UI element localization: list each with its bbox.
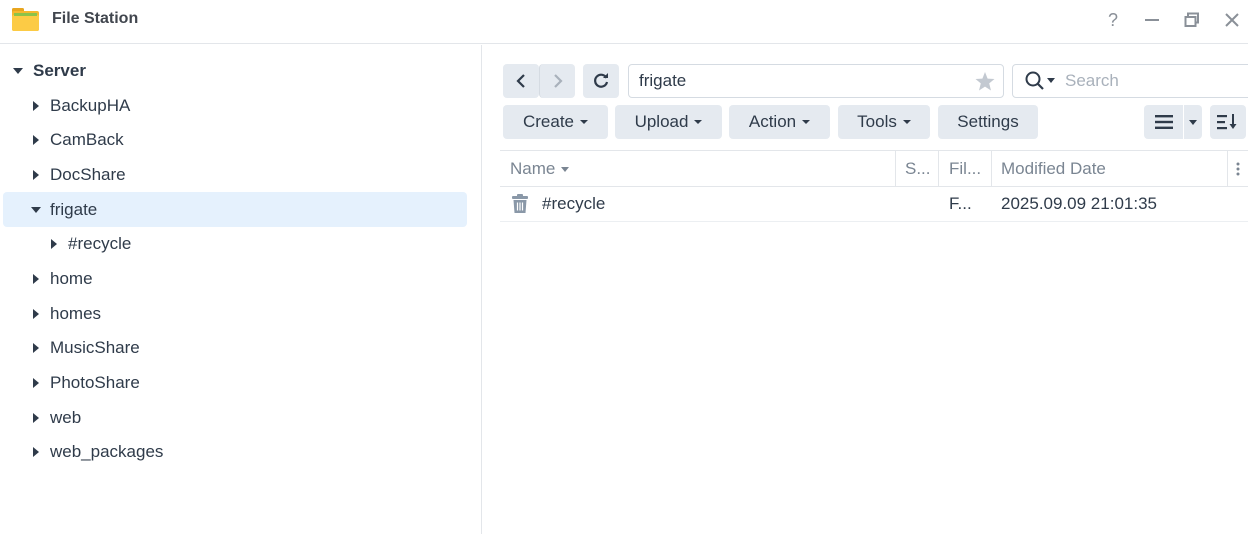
tree-item-web[interactable]: web (30, 400, 467, 435)
tree-root-server[interactable]: Server (12, 53, 476, 88)
file-type-cell: F... (949, 194, 972, 213)
tools-button[interactable]: Tools (838, 105, 930, 139)
caret-right-icon[interactable] (30, 377, 42, 389)
tree-item-camback[interactable]: CamBack (30, 122, 467, 157)
upload-label: Upload (634, 112, 689, 131)
title-bar: File Station ? (0, 0, 1248, 44)
column-header-size[interactable]: S... (896, 151, 939, 187)
column-name-label: Name (510, 159, 556, 178)
back-button[interactable] (503, 64, 539, 98)
list-view-button[interactable] (1144, 105, 1183, 139)
dropdown-arrow-icon (580, 120, 589, 124)
close-button[interactable] (1220, 8, 1244, 32)
upload-button[interactable]: Upload (615, 105, 722, 139)
tree-item-recycle[interactable]: #recycle (48, 226, 467, 261)
file-modified-cell: 2025.09.09 21:01:35 (1001, 194, 1157, 213)
sort-button[interactable] (1210, 105, 1246, 139)
tree-item-label: BackupHA (50, 95, 131, 115)
tree-item-label: MusicShare (50, 337, 140, 357)
star-icon[interactable] (975, 72, 995, 91)
tree-item-label: homes (50, 303, 102, 323)
help-icon: ? (1107, 9, 1118, 30)
tree-item-label: PhotoShare (50, 372, 140, 392)
caret-right-icon[interactable] (30, 100, 42, 112)
tree-item-label: web (50, 407, 82, 427)
refresh-button[interactable] (583, 64, 619, 98)
trash-icon (511, 187, 529, 221)
tree-item-label: CamBack (50, 129, 124, 149)
tree-root-label: Server (33, 60, 86, 80)
tree-item-web-packages[interactable]: web_packages (30, 434, 467, 469)
dropdown-arrow-icon (802, 120, 811, 124)
caret-right-icon[interactable] (48, 238, 60, 250)
minimize-icon (1145, 19, 1159, 21)
tree-item-label: web_packages (50, 441, 164, 461)
tree-item-frigate[interactable]: frigate (3, 192, 467, 227)
tree-item-docshare[interactable]: DocShare (30, 157, 467, 192)
settings-button[interactable]: Settings (938, 105, 1038, 139)
dropdown-arrow-icon (902, 120, 911, 124)
caret-right-icon[interactable] (30, 412, 42, 424)
chevron-down-icon[interactable] (1047, 78, 1055, 84)
folder-tree: Server BackupHA CamBack DocShare frigate… (0, 45, 482, 534)
column-modified-label: Modified Date (1001, 159, 1106, 178)
settings-label: Settings (957, 112, 1019, 131)
caret-down-icon[interactable] (30, 204, 42, 216)
column-header-name[interactable]: Name (500, 151, 896, 187)
caret-right-icon[interactable] (30, 134, 42, 146)
table-row[interactable]: #recycle F... 2025.09.09 21:01:35 (500, 187, 1248, 222)
file-name-cell: #recycle (542, 194, 606, 213)
caret-right-icon[interactable] (30, 308, 42, 320)
list-view-icon (1154, 115, 1173, 129)
caret-right-icon[interactable] (30, 446, 42, 458)
tools-label: Tools (857, 112, 897, 131)
tree-item-musicshare[interactable]: MusicShare (30, 330, 467, 365)
file-list-header: Name S... Fil... Modified Date (500, 150, 1248, 187)
close-icon (1225, 13, 1239, 27)
tree-item-label: home (50, 268, 93, 288)
column-header-modified[interactable]: Modified Date (992, 151, 1228, 187)
action-label: Action (748, 112, 797, 131)
tree-item-label: frigate (50, 199, 98, 219)
tree-item-label: #recycle (68, 233, 132, 253)
refresh-icon (594, 73, 609, 88)
chevron-down-icon (1189, 119, 1197, 125)
create-label: Create (522, 112, 575, 131)
caret-down-icon[interactable] (12, 65, 24, 77)
search-icon[interactable] (1025, 71, 1045, 91)
forward-button[interactable] (539, 64, 575, 98)
tree-item-label: DocShare (50, 164, 126, 184)
view-options-button[interactable] (1184, 105, 1202, 139)
column-type-label: Fil... (949, 159, 982, 178)
restore-button[interactable] (1180, 8, 1204, 32)
path-text: frigate (639, 71, 687, 90)
more-vertical-icon (1236, 162, 1240, 176)
app-title: File Station (52, 10, 139, 27)
chevron-right-icon (553, 74, 563, 88)
caret-right-icon[interactable] (30, 273, 42, 285)
sort-arrow-icon (561, 166, 570, 172)
file-station-icon (12, 8, 39, 31)
tree-item-home[interactable]: home (30, 261, 467, 296)
column-size-label: S... (905, 159, 931, 178)
create-button[interactable]: Create (503, 105, 608, 139)
column-menu-button[interactable] (1228, 151, 1248, 187)
help-button[interactable]: ? (1101, 8, 1125, 32)
chevron-left-icon (516, 74, 525, 88)
action-button[interactable]: Action (729, 105, 830, 139)
sort-icon (1217, 114, 1237, 130)
caret-right-icon[interactable] (30, 342, 42, 354)
caret-right-icon[interactable] (30, 169, 42, 181)
search-input[interactable] (1065, 71, 1245, 91)
path-field[interactable]: frigate (628, 64, 1004, 98)
tree-item-photoshare[interactable]: PhotoShare (30, 365, 467, 400)
tree-item-backupha[interactable]: BackupHA (30, 88, 467, 123)
column-header-type[interactable]: Fil... (939, 151, 992, 187)
restore-icon (1184, 12, 1199, 27)
minimize-button[interactable] (1140, 8, 1164, 32)
search-field[interactable] (1012, 64, 1248, 98)
tree-item-homes[interactable]: homes (30, 296, 467, 331)
dropdown-arrow-icon (694, 120, 703, 124)
